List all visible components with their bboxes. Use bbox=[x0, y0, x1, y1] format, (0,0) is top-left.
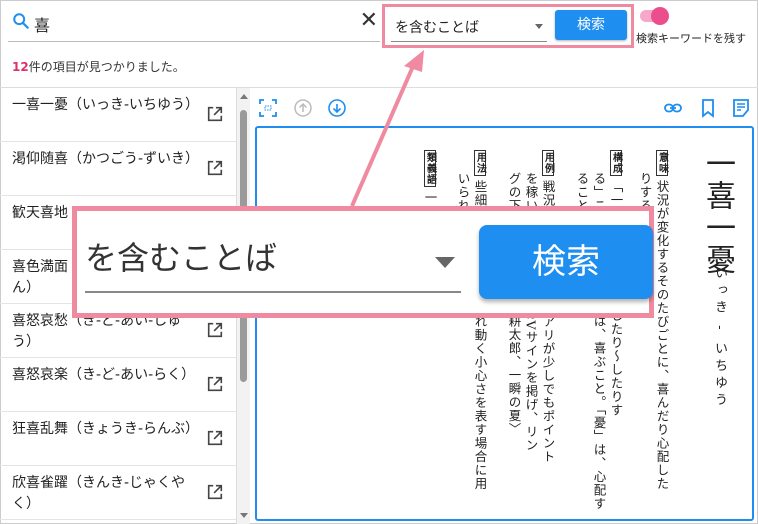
entry-reading: いっき - いちゆう bbox=[712, 266, 727, 410]
list-item-text: 一喜一憂（いっき-いちゆう） bbox=[12, 97, 200, 113]
search-bar[interactable]: 喜 ✕ bbox=[8, 8, 380, 42]
match-mode-select[interactable]: を含むことば bbox=[391, 12, 547, 42]
open-external-icon[interactable] bbox=[206, 159, 224, 177]
usage-line-1: 用法些細な状況の変化に揺れ動く小心さを表す場合に用 bbox=[472, 150, 488, 491]
usage-tag: 用法 bbox=[473, 150, 486, 176]
search-controls-highlight: を含むことば 検索 bbox=[382, 4, 634, 48]
list-item[interactable]: 一喜一憂（いっき-いちゆう） bbox=[0, 88, 236, 142]
clear-icon[interactable]: ✕ bbox=[360, 8, 378, 33]
bookmark-icon[interactable] bbox=[698, 98, 718, 118]
meaning-line-1: 意味状況が変化するそのたびごとに、喜んだり心配した bbox=[654, 150, 670, 491]
search-button[interactable]: 検索 bbox=[555, 10, 627, 40]
list-item-text: 喜怒哀愁（き-ど-あい-しゅう） bbox=[12, 313, 182, 350]
match-mode-value: を含むことば bbox=[395, 20, 479, 36]
example-tag: 用例 bbox=[541, 150, 554, 176]
search-input[interactable]: 喜 bbox=[34, 12, 50, 36]
list-item[interactable]: 狂喜乱舞（きょうき-らんぶ） bbox=[0, 412, 236, 466]
list-item-text: 歓天喜地 bbox=[12, 205, 68, 221]
list-item[interactable]: 欣喜雀躍（きんき-じゃくやく） bbox=[0, 466, 236, 520]
open-external-icon[interactable] bbox=[206, 483, 224, 501]
list-item[interactable]: 喜怒哀楽（き-ど-あい-らく） bbox=[0, 358, 236, 412]
zoom-match-mode-value: を含むことば bbox=[85, 239, 278, 277]
zoom-chevron-down-icon bbox=[435, 257, 455, 268]
zoom-search-button: 検索 bbox=[479, 225, 653, 299]
scroll-down-icon[interactable] bbox=[240, 513, 248, 518]
synonym-line-1: 類義語一 bbox=[422, 150, 438, 205]
link-icon[interactable] bbox=[663, 98, 683, 118]
previous-entry-icon[interactable] bbox=[293, 98, 313, 118]
list-item-text: 渇仰随喜（かつごう-ずいき） bbox=[12, 151, 200, 167]
list-item-text: 欣喜雀躍（きんき-じゃくやく） bbox=[12, 475, 186, 512]
open-external-icon[interactable] bbox=[206, 105, 224, 123]
open-external-icon[interactable] bbox=[206, 375, 224, 393]
open-external-icon[interactable] bbox=[206, 321, 224, 339]
list-item[interactable]: 渇仰随喜（かつごう-ずいき） bbox=[0, 142, 236, 196]
next-entry-icon[interactable] bbox=[327, 98, 347, 118]
entry-headword: 一喜一憂 bbox=[700, 148, 735, 276]
keep-keyword-toggle[interactable] bbox=[640, 7, 669, 25]
result-count-text: 件の項目が見つかりました。 bbox=[28, 60, 185, 74]
scroll-up-icon[interactable] bbox=[240, 94, 248, 99]
search-icon bbox=[13, 13, 29, 29]
list-item-text: 喜怒哀楽（き-ど-あい-らく） bbox=[12, 367, 196, 383]
structure-tag: 構成 bbox=[609, 150, 622, 176]
entry-viewer: 一喜一憂 いっき - いちゆう 意味状況が変化するそのたびごとに、喜んだり心配し… bbox=[255, 126, 754, 521]
toggle-knob bbox=[651, 7, 669, 25]
keep-keyword-label: 検索キーワードを残す bbox=[636, 32, 746, 45]
fit-screen-icon[interactable] bbox=[258, 98, 278, 118]
result-count-number: 12 bbox=[12, 60, 29, 74]
result-count: 12件の項目が見つかりました。 bbox=[12, 58, 185, 75]
open-external-icon[interactable] bbox=[206, 429, 224, 447]
list-item-text: 狂喜乱舞（きょうき-らんぶ） bbox=[12, 421, 200, 437]
note-icon[interactable] bbox=[731, 98, 751, 118]
meaning-tag: 意味 bbox=[655, 150, 668, 176]
zoom-underline bbox=[85, 291, 461, 293]
zoom-callout: を含むことば 検索 bbox=[72, 206, 654, 318]
synonym-tag: 類義語 bbox=[423, 150, 436, 187]
chevron-down-icon bbox=[535, 24, 543, 29]
